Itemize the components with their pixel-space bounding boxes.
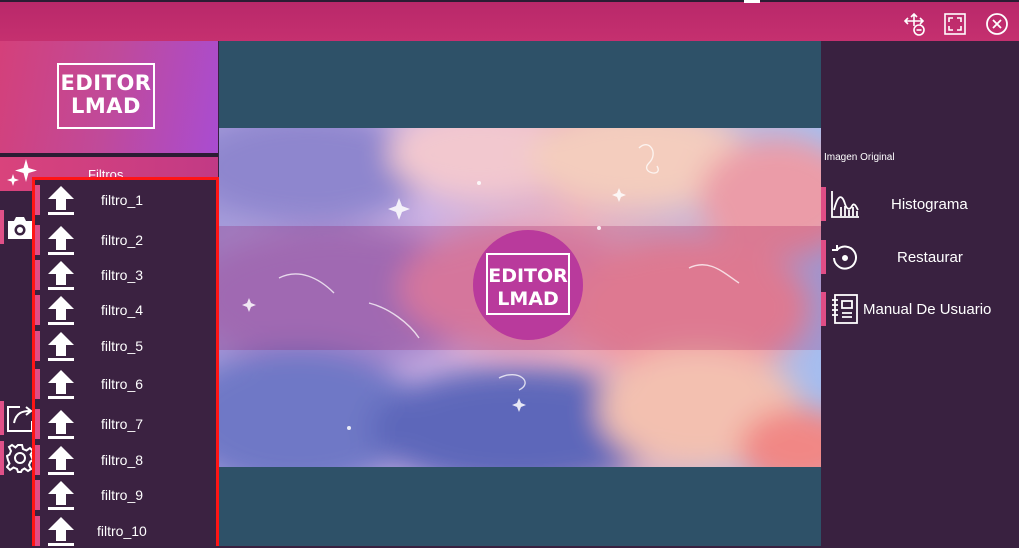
camera-icon[interactable]: [6, 215, 34, 241]
filter-label: filtro_3: [101, 267, 144, 283]
upload-arrow-icon: [47, 184, 75, 216]
upload-arrow-icon: [47, 444, 75, 476]
settings-accent: [0, 441, 4, 475]
filter-item-5[interactable]: filtro_5: [35, 329, 216, 363]
export-icon[interactable]: [6, 403, 34, 433]
close-circle-icon: [986, 13, 1008, 35]
filter-item-1[interactable]: filtro_1: [35, 183, 216, 217]
filter-label: filtro_4: [101, 302, 144, 318]
manual-book-icon: [829, 293, 861, 325]
upload-arrow-icon: [47, 479, 75, 511]
top-notch: [744, 0, 760, 3]
filter-item-accent: [35, 331, 40, 361]
user-manual-button[interactable]: Manual De Usuario: [821, 292, 1019, 326]
restore-label: Restaurar: [897, 249, 963, 266]
image-canvas-area: EDITOR LMAD: [219, 41, 821, 546]
gear-icon[interactable]: [6, 443, 34, 473]
upload-arrow-icon: [47, 330, 75, 362]
upload-arrow-icon: [47, 515, 75, 547]
fullscreen-button[interactable]: [943, 12, 967, 36]
user-manual-accent: [821, 292, 826, 326]
filter-item-accent: [35, 445, 40, 475]
filter-item-accent: [35, 409, 40, 439]
upload-arrow-icon: [47, 408, 75, 440]
restore-accent: [821, 240, 826, 274]
filter-item-accent: [35, 185, 40, 215]
upload-arrow-icon: [47, 259, 75, 291]
filter-label: filtro_5: [101, 338, 144, 354]
camera-accent: [0, 210, 4, 244]
filter-label: filtro_1: [101, 192, 144, 208]
filter-list-panel: filtro_1 filtro_2 filtro_3 filtro_4 filt…: [32, 177, 219, 546]
filter-label: filtro_7: [101, 416, 144, 432]
filter-item-3[interactable]: filtro_3: [35, 258, 216, 292]
filter-label: filtro_6: [101, 376, 144, 392]
logo-line-2: LMAD: [71, 94, 141, 118]
filter-label: filtro_2: [101, 232, 144, 248]
user-manual-label: Manual De Usuario: [863, 301, 992, 318]
filter-item-10[interactable]: filtro_10: [35, 514, 216, 548]
filter-label: filtro_10: [97, 523, 147, 539]
move-arrows-icon: [903, 12, 925, 36]
move-window-button[interactable]: [902, 12, 926, 36]
fullscreen-icon: [944, 13, 966, 35]
filter-label: filtro_9: [101, 487, 144, 503]
histogram-icon: [829, 188, 861, 220]
upload-arrow-icon: [47, 294, 75, 326]
filter-item-6[interactable]: filtro_6: [35, 367, 216, 401]
filter-item-2[interactable]: filtro_2: [35, 223, 216, 257]
upload-arrow-icon: [47, 368, 75, 400]
close-button[interactable]: [985, 12, 1009, 36]
filter-item-accent: [35, 480, 40, 510]
logo-area: EDITOR LMAD: [0, 41, 218, 153]
filter-item-accent: [35, 295, 40, 325]
title-bar: [0, 0, 1019, 41]
image-preview[interactable]: EDITOR LMAD: [219, 128, 821, 467]
app-logo: EDITOR LMAD: [57, 63, 155, 129]
filter-item-accent: [35, 225, 40, 255]
restore-icon: [829, 241, 861, 273]
filter-item-accent: [35, 516, 40, 546]
export-accent: [0, 401, 4, 435]
filter-item-accent: [35, 369, 40, 399]
filter-item-accent: [35, 260, 40, 290]
canvas-logo-line-2: LMAD: [497, 288, 559, 310]
filter-item-7[interactable]: filtro_7: [35, 407, 216, 441]
filter-item-8[interactable]: filtro_8: [35, 443, 216, 477]
upload-arrow-icon: [47, 224, 75, 256]
logo-line-1: EDITOR: [60, 71, 152, 95]
original-image-label: Imagen Original: [824, 152, 895, 163]
watercolor-image: EDITOR LMAD: [219, 128, 821, 467]
filter-item-4[interactable]: filtro_4: [35, 293, 216, 327]
filter-item-9[interactable]: filtro_9: [35, 478, 216, 512]
histogram-accent: [821, 187, 826, 221]
filter-label: filtro_8: [101, 452, 144, 468]
histogram-label: Histograma: [891, 196, 968, 213]
histogram-button[interactable]: Histograma: [821, 187, 1019, 221]
canvas-logo-line-1: EDITOR: [488, 265, 568, 287]
restore-button[interactable]: Restaurar: [821, 240, 1019, 274]
right-sidebar: Imagen Original Histograma Restaurar Man…: [821, 41, 1019, 546]
